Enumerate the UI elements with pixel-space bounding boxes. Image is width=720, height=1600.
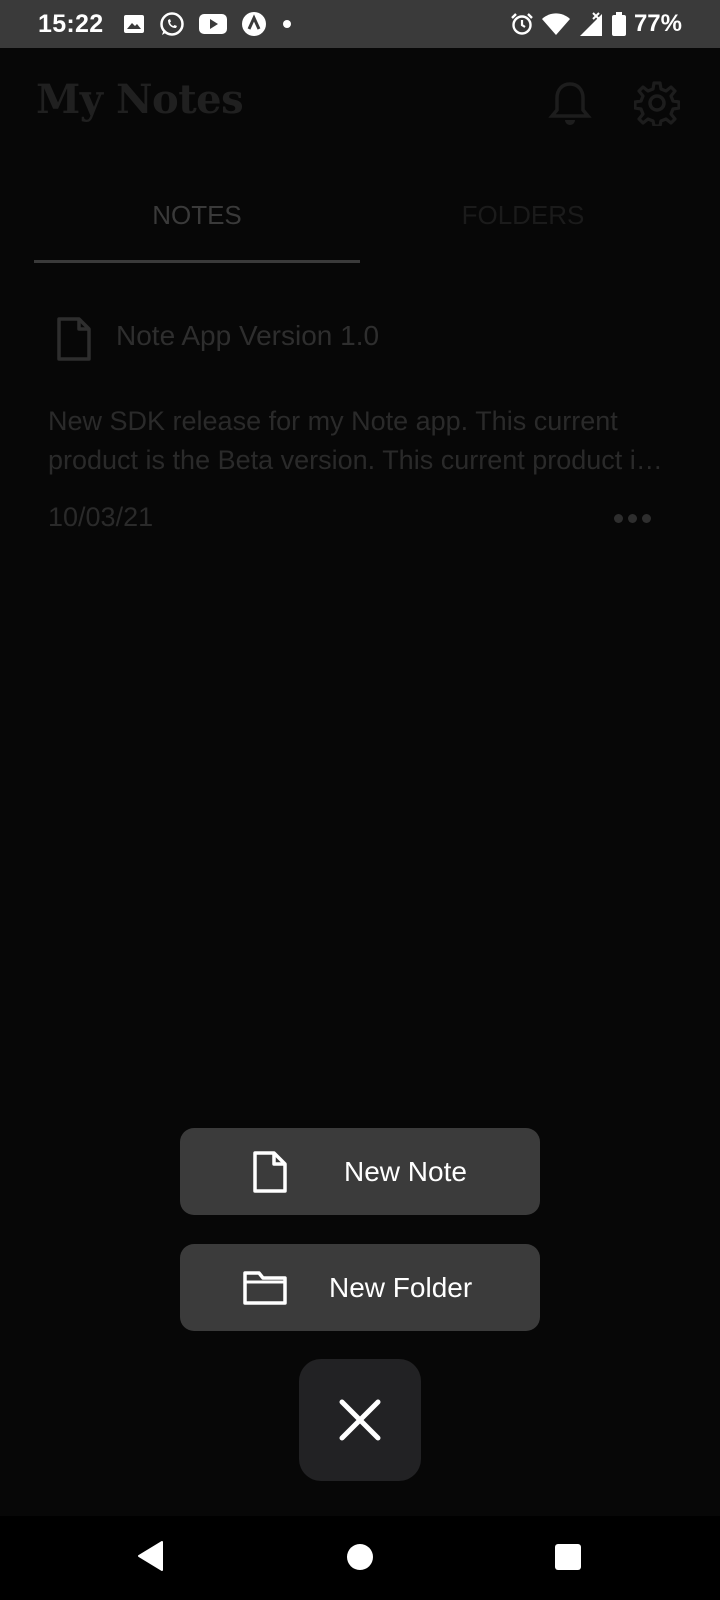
note-card[interactable]: Note App Version 1.0 New SDK release for… <box>48 310 672 550</box>
close-icon <box>339 1399 381 1441</box>
signal-icon <box>578 12 604 36</box>
app-header: My Notes <box>0 48 720 158</box>
gear-icon <box>634 81 680 126</box>
recents-icon[interactable] <box>555 1544 581 1570</box>
new-note-button[interactable]: New Note <box>180 1128 540 1215</box>
page-title: My Notes <box>36 76 244 123</box>
note-date: 10/03/21 <box>48 502 154 532</box>
back-icon[interactable] <box>136 1540 164 1572</box>
settings-button[interactable] <box>632 78 682 128</box>
file-icon <box>252 1150 288 1194</box>
gallery-icon <box>123 14 145 34</box>
home-icon[interactable] <box>347 1544 373 1570</box>
tab-bar: NOTES FOLDERS <box>34 195 686 265</box>
bell-icon <box>548 82 592 125</box>
more-options-icon[interactable] <box>614 508 654 528</box>
file-icon <box>56 316 92 362</box>
alarm-icon <box>510 12 534 36</box>
tab-folders[interactable]: FOLDERS <box>360 195 686 255</box>
wifi-icon <box>541 13 570 35</box>
new-folder-label: New Folder <box>329 1272 473 1303</box>
notifications-button[interactable] <box>545 78 595 128</box>
status-right-icons: 77% <box>510 10 682 38</box>
tab-indicator <box>34 260 360 263</box>
new-note-label: New Note <box>344 1156 467 1187</box>
status-bar: 15:22 77% <box>0 0 720 48</box>
navigation-bar <box>0 1516 720 1600</box>
note-body: New SDK release for my Note app. This cu… <box>48 406 650 475</box>
close-menu-button[interactable] <box>299 1359 421 1481</box>
youtube-icon <box>199 14 228 34</box>
app-icon <box>241 11 267 37</box>
new-folder-button[interactable]: New Folder <box>180 1244 540 1331</box>
dot-icon <box>281 18 293 30</box>
battery-percentage: 77% <box>633 10 682 37</box>
folder-icon <box>242 1268 288 1306</box>
battery-icon <box>611 12 626 36</box>
status-time: 15:22 <box>38 9 104 38</box>
whatsapp-icon <box>159 11 185 37</box>
note-title: Note App Version 1.0 <box>116 320 380 351</box>
tab-notes[interactable]: NOTES <box>34 195 360 255</box>
status-left-icons <box>123 11 293 37</box>
